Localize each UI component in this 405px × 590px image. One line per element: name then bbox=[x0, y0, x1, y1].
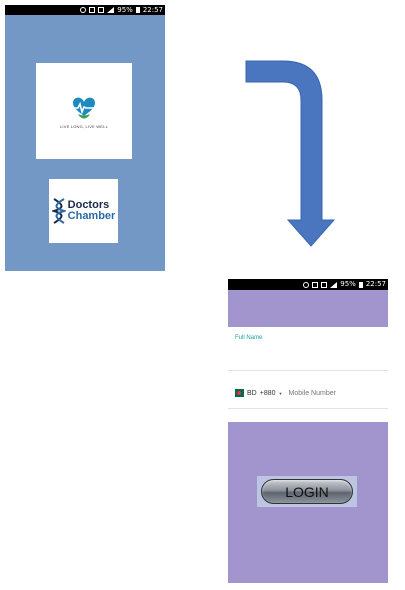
mobile-number-input[interactable]: Mobile Number bbox=[288, 390, 335, 397]
clock: 22:57 bbox=[365, 280, 386, 288]
clock: 22:57 bbox=[142, 6, 163, 14]
chevron-down-icon[interactable]: ▼ bbox=[279, 391, 283, 396]
full-name-field[interactable]: Full Name bbox=[235, 335, 262, 341]
country-code[interactable]: BD bbox=[247, 390, 257, 397]
tagline: LIVE LONG, LIVE WELL bbox=[59, 123, 109, 129]
sim-icon bbox=[98, 7, 105, 13]
battery-icon bbox=[358, 281, 363, 288]
bangladesh-flag-icon[interactable] bbox=[235, 389, 244, 397]
dna-logo-icon bbox=[51, 198, 66, 224]
splash-screen: 95% 22:57 LIVE LONG, LIVE WELL Doctors C… bbox=[5, 5, 165, 271]
mobile-number-row: BD +880 ▼ Mobile Number bbox=[235, 385, 388, 401]
login-button[interactable]: LOGIN bbox=[261, 479, 353, 504]
full-name-underline bbox=[228, 370, 388, 371]
login-screen: 95% 22:57 Full Name BD +880 ▼ Mobile Num… bbox=[228, 279, 388, 583]
login-button-container: LOGIN bbox=[257, 476, 357, 507]
brand-logo-card: Doctors Chamber bbox=[49, 179, 118, 243]
wifi-icon bbox=[89, 7, 96, 13]
alarm-icon bbox=[303, 281, 310, 288]
brand-name: Doctors Chamber bbox=[68, 200, 116, 222]
app-logo-card: LIVE LONG, LIVE WELL bbox=[36, 63, 132, 159]
battery-icon bbox=[135, 7, 140, 13]
curved-arrow-down-icon bbox=[245, 60, 335, 247]
signal-icon bbox=[107, 7, 115, 13]
battery-percent: 95% bbox=[117, 6, 133, 14]
status-bar: 95% 22:57 bbox=[5, 5, 165, 15]
status-bar: 95% 22:57 bbox=[228, 279, 388, 290]
wifi-icon bbox=[312, 281, 319, 288]
brand-line-2: Chamber bbox=[67, 210, 116, 222]
dial-code[interactable]: +880 bbox=[260, 390, 276, 397]
sim-icon bbox=[321, 281, 328, 288]
battery-percent: 95% bbox=[340, 280, 356, 288]
alarm-icon bbox=[80, 7, 87, 13]
login-form: Full Name BD +880 ▼ Mobile Number bbox=[228, 327, 388, 422]
heart-leaf-logo-icon bbox=[71, 97, 97, 118]
signal-icon bbox=[330, 281, 338, 288]
mobile-number-underline bbox=[228, 408, 388, 409]
